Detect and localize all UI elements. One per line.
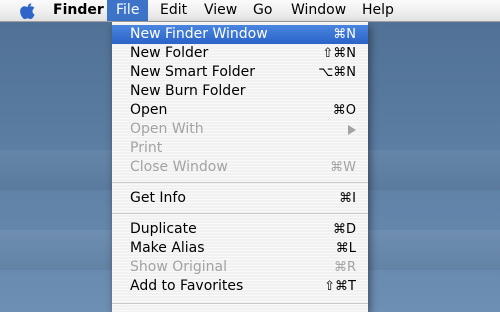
menu-item-shortcut: ⌘R: [333, 260, 356, 275]
menu-separator: [112, 182, 368, 183]
menu-view[interactable]: View: [195, 0, 246, 21]
menu-edit[interactable]: Edit: [151, 0, 196, 21]
menu-separator: [112, 213, 368, 214]
menu-item-shortcut: ⌘W: [330, 160, 356, 175]
menu-item-open-with: Open With: [112, 120, 368, 139]
menu-help[interactable]: Help: [353, 0, 403, 21]
menu-separator: [112, 303, 368, 304]
menu-item-print: Print: [112, 139, 368, 158]
menu-item-make-alias[interactable]: Make Alias ⌘L: [112, 239, 368, 258]
menu-item-label: New Burn Folder: [130, 83, 246, 99]
menu-item-label: Get Info: [130, 190, 186, 206]
menu-item-shortcut: ⌘I: [339, 191, 356, 206]
apple-logo-icon[interactable]: [18, 2, 38, 20]
menu-item-label: New Folder: [130, 45, 209, 61]
menu-item-label: Duplicate: [130, 221, 197, 237]
menu-item-shortcut: ⌥⌘N: [318, 65, 356, 80]
menu-item-close-window: Close Window ⌘W: [112, 158, 368, 177]
menu-window[interactable]: Window: [282, 0, 355, 21]
menu-item-duplicate[interactable]: Duplicate ⌘D: [112, 220, 368, 239]
menu-item-label: New Finder Window: [130, 26, 268, 42]
menu-item-label: New Smart Folder: [130, 64, 256, 80]
menu-item-shortcut: ⌘L: [335, 241, 356, 256]
menu-item-label: Open: [130, 102, 168, 118]
menu-item-label: Make Alias: [130, 240, 205, 256]
menu-item-shortcut: ⌘D: [332, 222, 356, 237]
menu-item-new-burn-folder[interactable]: New Burn Folder: [112, 82, 368, 101]
menu-item-label: Print: [130, 140, 163, 156]
menu-item-new-folder[interactable]: New Folder ⇧⌘N: [112, 44, 368, 63]
menu-item-new-finder-window[interactable]: New Finder Window ⌘N: [112, 25, 368, 44]
menu-item-label: Open With: [130, 121, 204, 137]
menu-item-label: Show Original: [130, 259, 228, 275]
file-menu-dropdown: New Finder Window ⌘N New Folder ⇧⌘N New …: [112, 22, 368, 312]
menu-item-shortcut: ⇧⌘T: [324, 279, 356, 294]
menu-item-show-original: Show Original ⌘R: [112, 258, 368, 277]
menu-item-label: Close Window: [130, 159, 228, 175]
menu-item-shortcut: ⌘O: [332, 103, 356, 118]
menu-item-add-to-favorites[interactable]: Add to Favorites ⇧⌘T: [112, 277, 368, 296]
menu-go[interactable]: Go: [244, 0, 281, 21]
menu-item-new-smart-folder[interactable]: New Smart Folder ⌥⌘N: [112, 63, 368, 82]
menu-finder[interactable]: Finder: [44, 0, 113, 21]
menu-item-shortcut: ⌘N: [333, 27, 356, 42]
menu-item-open[interactable]: Open ⌘O: [112, 101, 368, 120]
menu-item-label: Add to Favorites: [130, 278, 244, 294]
menu-bar: Finder File Edit View Go Window Help: [0, 0, 500, 22]
menu-file[interactable]: File: [107, 0, 149, 21]
chevron-right-icon: [348, 125, 356, 135]
menu-item-get-info[interactable]: Get Info ⌘I: [112, 189, 368, 208]
menu-item-shortcut: ⇧⌘N: [322, 46, 356, 61]
